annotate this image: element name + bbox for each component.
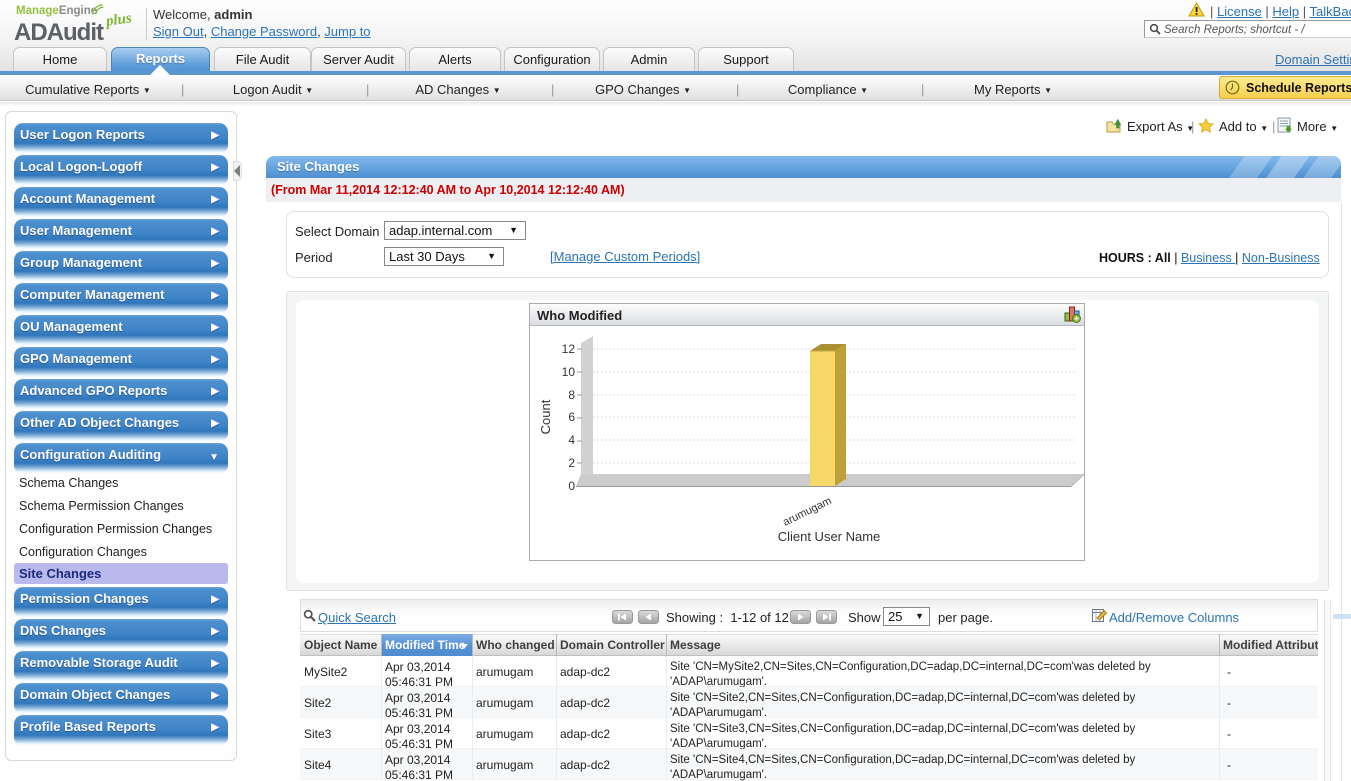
svg-text:10: 10 [562, 365, 576, 379]
svg-text:Client User Name: Client User Name [778, 529, 881, 544]
svg-text:8: 8 [568, 388, 575, 402]
svg-text:6: 6 [568, 410, 575, 424]
svg-text:4: 4 [568, 433, 575, 447]
svg-text:Count: Count [538, 399, 553, 434]
svg-text:12: 12 [562, 342, 576, 356]
svg-text:arumugam: arumugam [781, 495, 834, 529]
svg-text:0: 0 [568, 479, 575, 493]
svg-text:2: 2 [568, 456, 575, 470]
